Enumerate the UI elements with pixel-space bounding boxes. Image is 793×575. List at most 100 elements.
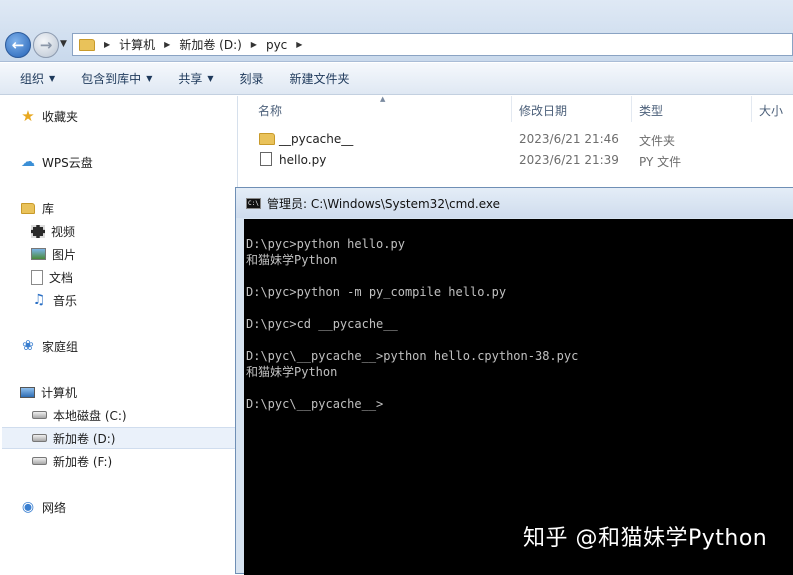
column-header-type[interactable]: 类型 bbox=[639, 102, 663, 119]
navigation-pane: ★ 收藏夹 ☁ WPS云盘 库 视频 图片 文档 ♫ 音乐 ❀ 家庭组 计算机 … bbox=[0, 96, 238, 574]
nav-drive-d[interactable]: 新加卷 (D:) bbox=[2, 427, 238, 449]
column-header-size[interactable]: 大小 bbox=[759, 102, 783, 119]
address-bar-area: ← → ▼ ▶ 计算机 ▶ 新加卷 (D:) ▶ pyc ▶ bbox=[0, 0, 793, 62]
console-line: D:\pyc>cd __pycache__ bbox=[246, 317, 398, 331]
breadcrumb-separator-icon[interactable]: ▶ bbox=[164, 40, 170, 49]
organize-menu[interactable]: 组织 ▼ bbox=[20, 70, 55, 87]
nav-library-videos[interactable]: 视频 bbox=[31, 220, 267, 242]
nav-homegroup[interactable]: ❀ 家庭组 bbox=[20, 335, 256, 357]
file-modified: 2023/6/21 21:46 bbox=[519, 132, 619, 146]
chevron-down-icon: ▼ bbox=[146, 74, 153, 83]
nav-library-label: 视频 bbox=[51, 224, 76, 239]
forward-button[interactable]: → bbox=[33, 32, 59, 58]
document-icon bbox=[31, 269, 43, 285]
drive-icon bbox=[31, 453, 47, 469]
command-toolbar: 组织 ▼ 包含到库中 ▼ 共享 ▼ 刻录 新建文件夹 bbox=[0, 63, 793, 95]
nav-libraries[interactable]: 库 bbox=[20, 197, 256, 219]
nav-computer-label: 计算机 bbox=[41, 385, 78, 400]
breadcrumb-drive-d[interactable]: 新加卷 (D:) bbox=[179, 36, 241, 53]
nav-drive-label: 新加卷 (F:) bbox=[53, 454, 113, 469]
recent-pages-dropdown-icon[interactable]: ▼ bbox=[60, 39, 67, 49]
share-menu[interactable]: 共享 ▼ bbox=[178, 70, 213, 87]
nav-library-label: 文档 bbox=[49, 270, 74, 285]
nav-network-label: 网络 bbox=[42, 500, 67, 515]
python-file-icon bbox=[260, 152, 272, 166]
nav-library-documents[interactable]: 文档 bbox=[31, 266, 267, 288]
include-in-library-label: 包含到库中 bbox=[81, 72, 142, 86]
nav-drive-f[interactable]: 新加卷 (F:) bbox=[31, 450, 267, 472]
breadcrumb-computer[interactable]: 计算机 bbox=[119, 36, 155, 53]
column-divider[interactable] bbox=[511, 96, 512, 122]
breadcrumb-pyc[interactable]: pyc bbox=[266, 38, 287, 52]
column-divider[interactable] bbox=[751, 96, 752, 122]
new-folder-button[interactable]: 新建文件夹 bbox=[290, 70, 350, 87]
back-button[interactable]: ← bbox=[5, 32, 31, 58]
music-icon: ♫ bbox=[32, 292, 46, 308]
star-icon: ★ bbox=[21, 107, 35, 125]
organize-label: 组织 bbox=[20, 72, 45, 86]
file-modified: 2023/6/21 21:39 bbox=[519, 153, 619, 167]
console-line: 和猫妹学Python bbox=[246, 253, 338, 267]
nav-favorites-label: 收藏夹 bbox=[42, 109, 79, 124]
console-icon: C:\ bbox=[246, 197, 261, 209]
nav-favorites[interactable]: ★ 收藏夹 bbox=[20, 105, 256, 127]
cloud-icon: ☁ bbox=[21, 154, 35, 170]
include-in-library-menu[interactable]: 包含到库中 ▼ bbox=[81, 70, 152, 87]
cmd-window[interactable]: C:\ 管理员: C:\Windows\System32\cmd.exe D:\… bbox=[235, 187, 793, 575]
breadcrumb-separator-icon[interactable]: ▶ bbox=[104, 40, 110, 49]
nav-wps-label: WPS云盘 bbox=[42, 155, 93, 170]
file-row[interactable]: hello.py 2023/6/21 21:39 PY 文件 bbox=[239, 151, 793, 171]
chevron-down-icon: ▼ bbox=[207, 74, 214, 83]
system-drive-icon bbox=[31, 407, 47, 423]
file-name: __pycache__ bbox=[279, 132, 354, 146]
address-field[interactable]: ▶ 计算机 ▶ 新加卷 (D:) ▶ pyc ▶ bbox=[72, 33, 793, 56]
file-name: hello.py bbox=[279, 153, 327, 167]
drive-icon bbox=[31, 430, 47, 446]
nav-wps-cloud[interactable]: ☁ WPS云盘 bbox=[20, 151, 256, 173]
network-icon: ◉ bbox=[21, 499, 35, 515]
video-icon bbox=[31, 224, 45, 238]
folder-icon bbox=[259, 133, 275, 145]
burn-label: 刻录 bbox=[239, 72, 264, 86]
nav-computer[interactable]: 计算机 bbox=[20, 381, 256, 403]
nav-library-label: 音乐 bbox=[53, 293, 78, 308]
chevron-down-icon: ▼ bbox=[49, 74, 56, 83]
file-row[interactable]: __pycache__ 2023/6/21 21:46 文件夹 bbox=[239, 130, 793, 150]
console-line: 和猫妹学Python bbox=[246, 365, 338, 379]
file-type: 文件夹 bbox=[639, 134, 676, 148]
column-header-name[interactable]: 名称 bbox=[258, 102, 282, 119]
watermark: 知乎 @和猫妹学Python bbox=[523, 526, 768, 551]
nav-drive-c[interactable]: 本地磁盘 (C:) bbox=[31, 404, 267, 426]
nav-network[interactable]: ◉ 网络 bbox=[20, 496, 256, 518]
nav-drive-label: 本地磁盘 (C:) bbox=[53, 408, 127, 423]
breadcrumb-separator-icon[interactable]: ▶ bbox=[296, 40, 302, 49]
nav-library-label: 图片 bbox=[52, 247, 77, 262]
console-line: D:\pyc>python -m py_compile hello.py bbox=[246, 285, 507, 299]
cmd-window-title: 管理员: C:\Windows\System32\cmd.exe bbox=[267, 196, 500, 211]
homegroup-icon: ❀ bbox=[22, 338, 34, 354]
nav-homegroup-label: 家庭组 bbox=[42, 339, 79, 354]
library-icon bbox=[20, 200, 36, 216]
folder-icon bbox=[79, 38, 95, 51]
share-label: 共享 bbox=[178, 72, 203, 86]
console-line: D:\pyc>python hello.py bbox=[246, 237, 405, 251]
console-prompt-line: D:\pyc\__pycache__> bbox=[246, 397, 384, 411]
file-list: ▲ 名称 修改日期 类型 大小 __pycache__ 2023/6/21 21… bbox=[239, 95, 793, 188]
computer-icon bbox=[20, 386, 35, 398]
picture-icon bbox=[31, 248, 46, 260]
column-header-modified[interactable]: 修改日期 bbox=[519, 102, 567, 119]
burn-button[interactable]: 刻录 bbox=[240, 70, 264, 87]
new-folder-label: 新建文件夹 bbox=[289, 72, 350, 86]
cmd-title-bar[interactable]: C:\ 管理员: C:\Windows\System32\cmd.exe bbox=[236, 188, 793, 218]
forward-arrow-icon: → bbox=[39, 36, 53, 54]
nav-library-pictures[interactable]: 图片 bbox=[31, 243, 267, 265]
nav-libraries-label: 库 bbox=[42, 201, 55, 216]
column-divider[interactable] bbox=[631, 96, 632, 122]
file-type: PY 文件 bbox=[639, 155, 682, 169]
breadcrumb-separator-icon[interactable]: ▶ bbox=[251, 40, 257, 49]
nav-library-music[interactable]: ♫ 音乐 bbox=[31, 289, 267, 311]
